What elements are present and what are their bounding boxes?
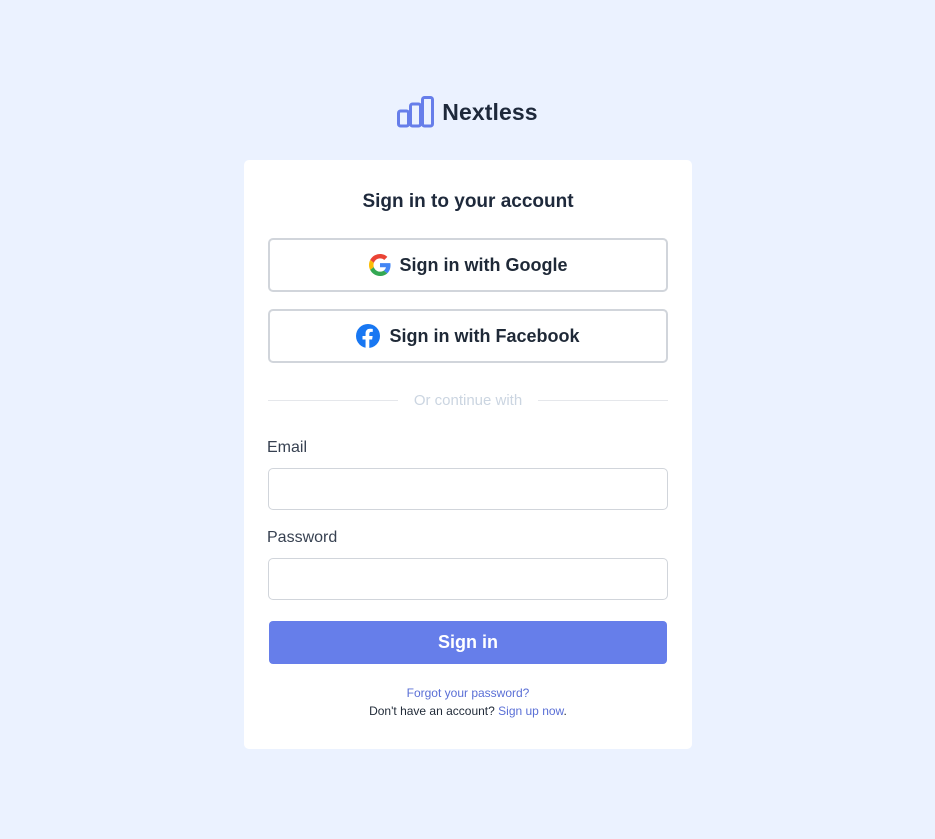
facebook-icon: [356, 324, 381, 348]
google-icon: [368, 254, 391, 276]
brand-header: Nextless: [0, 96, 935, 128]
google-sign-in-button[interactable]: Sign in with Google: [268, 238, 668, 292]
divider-line-left: [268, 399, 398, 401]
forgot-password-row: Forgot your password?: [244, 686, 692, 700]
sign-in-button[interactable]: Sign in: [269, 621, 667, 664]
bar-chart-icon: [397, 96, 435, 128]
facebook-sign-in-button[interactable]: Sign in with Facebook: [268, 309, 668, 363]
signup-row: Don't have an account? Sign up now.: [244, 704, 692, 718]
email-label: Email: [267, 439, 308, 456]
brand-name: Nextless: [442, 98, 538, 125]
password-field[interactable]: [268, 558, 668, 600]
sign-in-card: Sign in to your account Sign in with Goo…: [244, 160, 692, 749]
signup-prompt: Don't have an account?: [369, 704, 495, 718]
google-button-label: Sign in with Google: [399, 254, 568, 275]
or-continue-divider: Or continue with: [268, 390, 669, 410]
forgot-password-link[interactable]: Forgot your password?: [407, 686, 530, 700]
password-label: Password: [267, 529, 338, 546]
signup-suffix: .: [563, 704, 567, 718]
divider-line-right: [538, 399, 669, 401]
card-title: Sign in to your account: [362, 191, 574, 212]
facebook-button-label: Sign in with Facebook: [389, 325, 580, 346]
email-field[interactable]: [268, 468, 668, 510]
sign-up-link[interactable]: Sign up now: [498, 704, 563, 718]
divider-text: Or continue with: [413, 391, 523, 409]
